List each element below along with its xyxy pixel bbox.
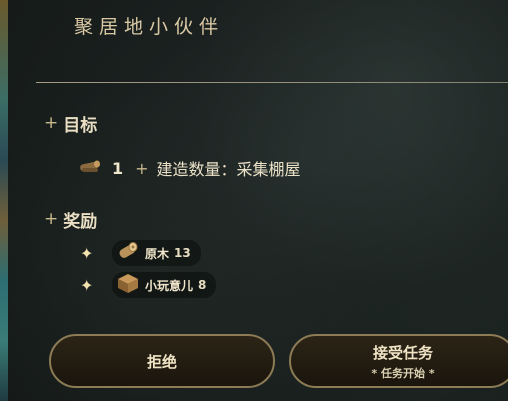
accept-label: 接受任务 bbox=[372, 343, 433, 362]
rewards-heading: 奖励 bbox=[63, 212, 98, 232]
log-pile-icon bbox=[78, 157, 102, 179]
reward-name: 小玩意儿 bbox=[145, 278, 194, 293]
reward-name: 原木 bbox=[145, 246, 170, 261]
crate-icon bbox=[116, 272, 140, 298]
reward-item: ✦ 原木 13 bbox=[80, 240, 201, 266]
log-icon bbox=[116, 240, 140, 266]
objective-count: 1 bbox=[112, 158, 124, 178]
objective-header: + 目标 bbox=[44, 111, 98, 137]
reward-pill: 原木 13 bbox=[112, 240, 201, 266]
title-divider bbox=[36, 82, 508, 83]
reject-button[interactable]: 拒绝 bbox=[49, 334, 275, 388]
quest-title: 聚居地小伙伴 bbox=[74, 16, 225, 38]
objective-heading: 目标 bbox=[63, 116, 98, 136]
objective-row: 1 + 建造数量：采集棚屋 bbox=[78, 156, 301, 180]
accept-quest-button[interactable]: 接受任务 * 任务开始 * bbox=[289, 334, 508, 388]
plus-icon: + bbox=[44, 113, 59, 133]
reward-qty: 8 bbox=[198, 278, 207, 292]
reward-item: ✦ 小玩意儿 8 bbox=[80, 272, 217, 298]
reward-pill: 小玩意儿 8 bbox=[112, 272, 217, 298]
sparkle-icon: ✦ bbox=[80, 243, 94, 263]
left-edge-strip bbox=[0, 0, 8, 401]
objective-text: 建造数量：采集棚屋 bbox=[156, 160, 301, 179]
sparkle-icon: ✦ bbox=[80, 275, 94, 295]
reward-qty: 13 bbox=[174, 246, 191, 260]
reject-label: 拒绝 bbox=[146, 352, 177, 371]
plus-icon: + bbox=[44, 209, 59, 229]
accept-sublabel: * 任务开始 * bbox=[371, 366, 435, 380]
plus-icon: + bbox=[135, 158, 149, 178]
rewards-header: + 奖励 bbox=[44, 207, 98, 233]
